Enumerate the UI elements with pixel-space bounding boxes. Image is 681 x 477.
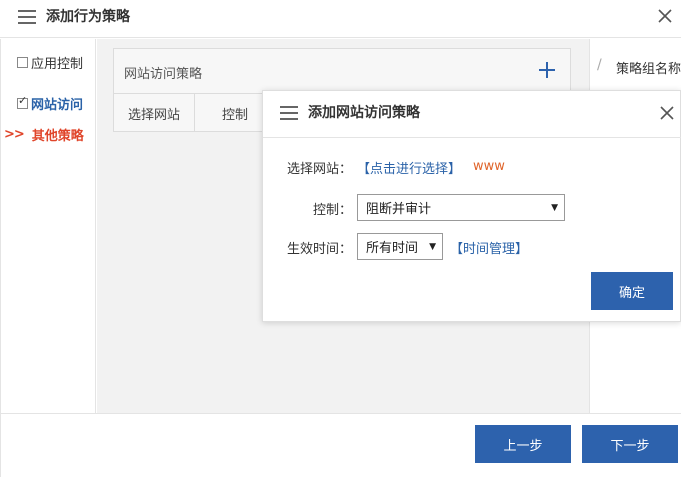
dialog-title: 添加行为策略 bbox=[46, 9, 130, 25]
column-header-select-site: 选择网站 bbox=[114, 94, 195, 132]
nav-item-label: 应用控制 bbox=[31, 57, 84, 72]
web-panel-title: 网站访问策略 bbox=[124, 67, 203, 82]
dialog-footer bbox=[0, 413, 681, 477]
menu-icon bbox=[18, 10, 36, 24]
select-site-label: 选择网站： bbox=[286, 162, 352, 177]
double-chevron-right-icon: >> bbox=[4, 127, 25, 142]
prev-step-button[interactable]: 上一步 bbox=[475, 425, 571, 463]
time-select-value: 所有时间 bbox=[366, 241, 419, 256]
plus-icon[interactable] bbox=[538, 61, 556, 79]
control-label: 控制： bbox=[312, 203, 352, 218]
slash-icon: / bbox=[597, 57, 602, 73]
select-site-link[interactable]: 【点击进行选择】 bbox=[357, 158, 461, 177]
nav-item-label: 其他策略 bbox=[31, 129, 84, 144]
effective-time-label: 生效时间： bbox=[286, 242, 352, 257]
close-icon[interactable] bbox=[658, 9, 672, 23]
selected-site-value: www bbox=[473, 159, 505, 174]
close-icon[interactable] bbox=[660, 106, 674, 120]
effective-time-select[interactable]: 所有时间 ▼ bbox=[357, 233, 443, 260]
web-access-checkbox[interactable] bbox=[17, 94, 28, 109]
time-management-link[interactable]: 【时间管理】 bbox=[450, 238, 528, 257]
dropdown-caret-icon: ▼ bbox=[551, 202, 558, 213]
nav-item-app-control[interactable]: 应用控制 bbox=[17, 53, 83, 72]
app-control-checkbox[interactable] bbox=[17, 57, 28, 68]
dropdown-caret-icon: ▼ bbox=[429, 241, 436, 252]
policy-group-name-label: 策略组名称 bbox=[616, 62, 681, 77]
nav-item-other-policy[interactable]: >> 其他策略 bbox=[4, 125, 84, 144]
modal-title: 添加网站访问策略 bbox=[308, 105, 420, 121]
control-select[interactable]: 阻断并审计 ▼ bbox=[357, 194, 565, 221]
modal-header-divider bbox=[263, 137, 681, 138]
menu-icon bbox=[280, 106, 298, 120]
next-step-button[interactable]: 下一步 bbox=[582, 425, 678, 463]
confirm-button[interactable]: 确定 bbox=[591, 272, 673, 310]
control-select-value: 阻断并审计 bbox=[366, 202, 432, 217]
nav-item-web-access[interactable]: 网站访问 bbox=[17, 94, 83, 113]
nav-item-label: 网站访问 bbox=[31, 98, 84, 113]
